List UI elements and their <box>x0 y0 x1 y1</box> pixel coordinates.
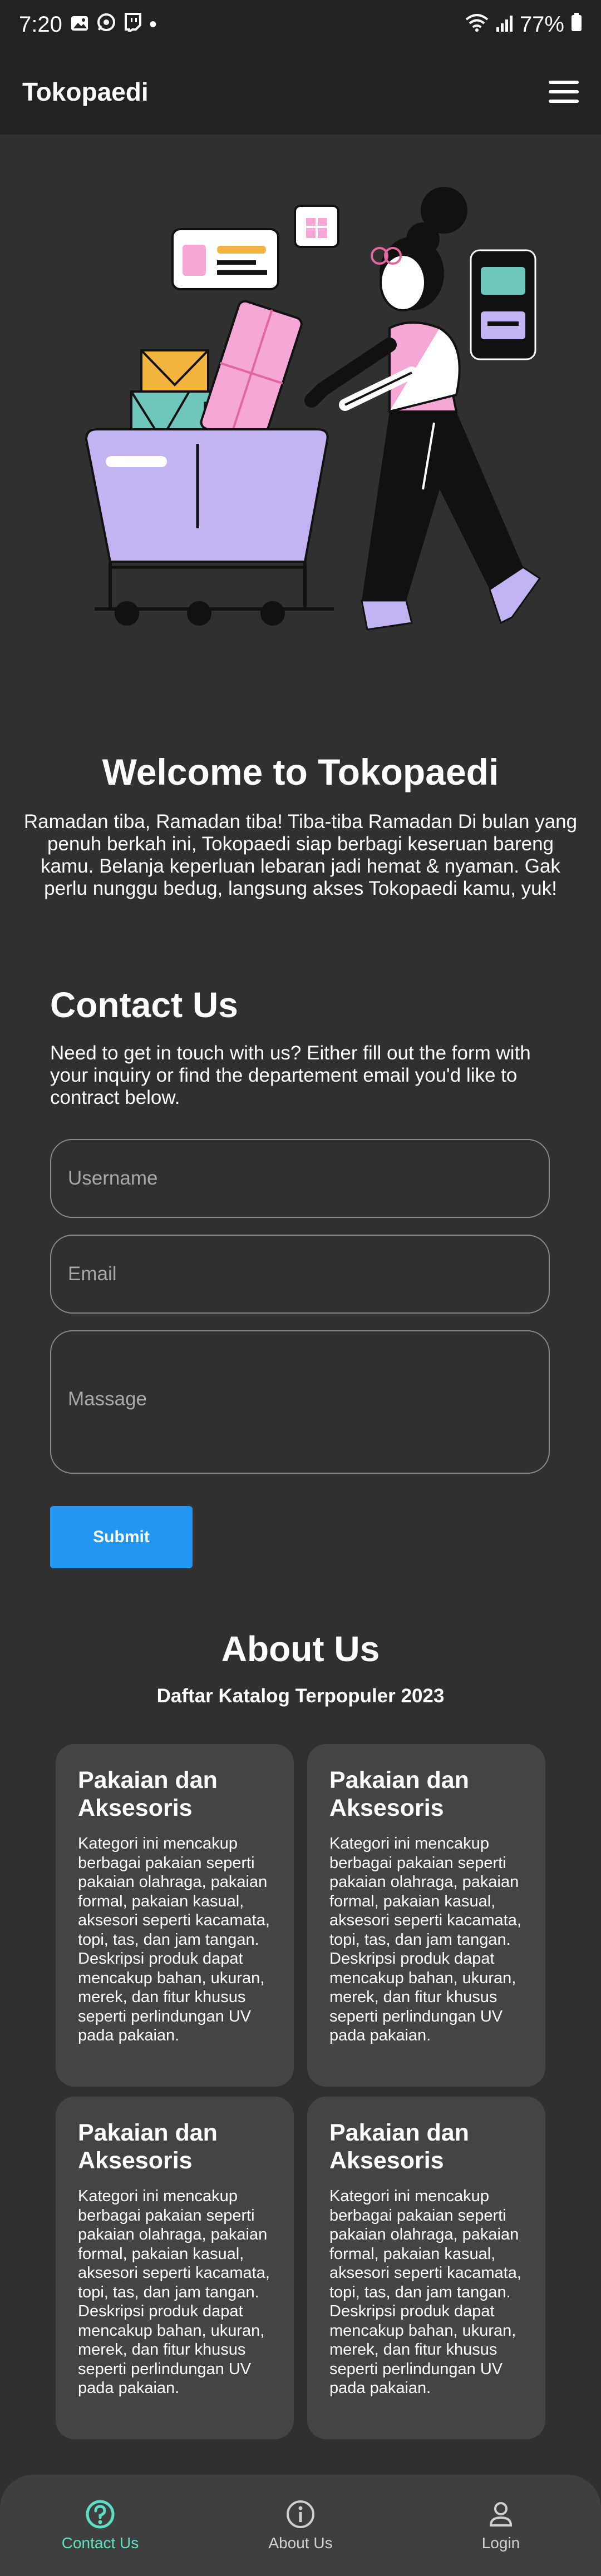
battery-percent: 77% <box>519 12 564 37</box>
contact-description: Need to get in touch with us? Either fil… <box>50 1042 531 1108</box>
welcome-title: Welcome to Tokopaedi <box>102 751 499 792</box>
status-bar: 7:20 • 77% <box>0 0 601 49</box>
nav-about-us[interactable]: About Us <box>217 2499 384 2552</box>
card-title: Pakaian dan Aksesoris <box>78 1767 218 1821</box>
card-text: Kategori ini mencakup berbagai pakaian s… <box>329 1835 521 2044</box>
about-title: About Us <box>221 1629 380 1669</box>
gallery-icon <box>70 12 89 37</box>
whatsapp-icon <box>97 12 116 37</box>
help-circle-icon <box>86 2500 115 2529</box>
catalog-card[interactable]: Pakaian dan Aksesoris Kategori ini menca… <box>307 2097 545 2439</box>
nav-contact-us[interactable]: Contact Us <box>17 2499 184 2552</box>
card-title: Pakaian dan Aksesoris <box>329 1767 469 1821</box>
nav-login[interactable]: Login <box>417 2499 584 2552</box>
hamburger-menu-icon[interactable] <box>549 81 579 103</box>
shopping-cart-illustration <box>85 187 541 631</box>
welcome-text: Ramadan tiba, Ramadan tiba! Tiba-tiba Ra… <box>23 811 578 899</box>
twitch-icon <box>124 12 141 37</box>
catalog-card[interactable]: Pakaian dan Aksesoris Kategori ini menca… <box>307 1744 545 2087</box>
card-text: Kategori ini mencakup berbagai pakaian s… <box>78 1835 270 2044</box>
nav-label: Login <box>481 2534 520 2552</box>
contact-title: Contact Us <box>50 985 238 1025</box>
card-text: Kategori ini mencakup berbagai pakaian s… <box>78 2187 270 2397</box>
status-left: 7:20 • <box>19 12 157 37</box>
person-icon <box>489 2502 513 2527</box>
brand-title[interactable]: Tokopaedi <box>22 77 149 107</box>
info-circle-icon <box>287 2500 314 2528</box>
card-text: Kategori ini mencakup berbagai pakaian s… <box>329 2187 521 2397</box>
status-time: 7:20 <box>19 12 62 37</box>
status-right: 77% <box>465 12 582 37</box>
catalog-card[interactable]: Pakaian dan Aksesoris Kategori ini menca… <box>56 1744 294 2087</box>
nav-label: About Us <box>268 2534 333 2552</box>
bottom-navigation: Contact Us About Us Login <box>0 2475 601 2576</box>
catalog-card[interactable]: Pakaian dan Aksesoris Kategori ini menca… <box>56 2097 294 2439</box>
wifi-icon <box>465 12 489 37</box>
app-bar: Tokopaedi <box>0 49 601 135</box>
message-textarea[interactable] <box>50 1330 550 1474</box>
battery-icon <box>571 12 582 37</box>
nav-label: Contact Us <box>61 2534 139 2552</box>
card-title: Pakaian dan Aksesoris <box>78 2119 218 2174</box>
card-title: Pakaian dan Aksesoris <box>329 2119 469 2174</box>
submit-button[interactable]: Submit <box>50 1506 193 1568</box>
notification-dot: • <box>149 12 157 37</box>
signal-icon <box>495 12 513 37</box>
about-subtitle: Daftar Katalog Terpopuler 2023 <box>156 1685 445 1707</box>
email-input[interactable] <box>50 1235 550 1314</box>
username-input[interactable] <box>50 1139 550 1218</box>
